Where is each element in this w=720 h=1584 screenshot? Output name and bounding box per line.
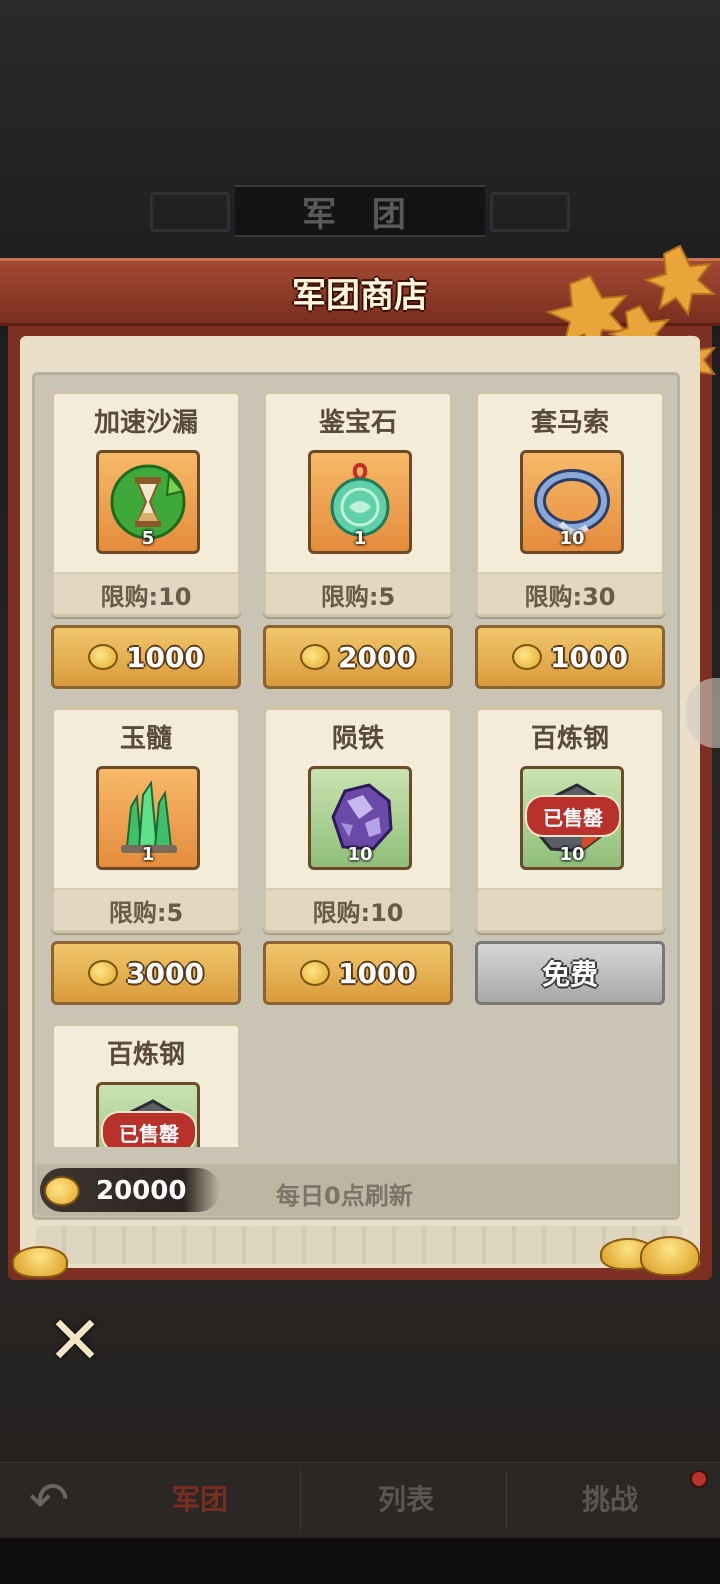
shop-item-hourglass[interactable]: 加速沙漏 5 限购:10 [51, 391, 241, 617]
gold-ingot-icon [12, 1246, 68, 1278]
notification-dot [690, 1470, 708, 1488]
nav-divider [506, 1470, 507, 1530]
item-quantity: 10 [559, 528, 585, 549]
buy-button-lasso[interactable]: 1000 [475, 625, 665, 689]
shop-item-refined-steel-2[interactable]: 百炼钢 已售罄 [51, 1023, 241, 1147]
item-icon-frame: 已售罄 [96, 1082, 200, 1147]
free-button-refined-steel[interactable]: 免费 [475, 941, 665, 1005]
item-name: 百炼钢 [106, 1040, 185, 1070]
price-label: 3000 [126, 956, 204, 990]
price-label: 1000 [126, 640, 204, 674]
coin-icon [44, 1176, 80, 1206]
price-label: 1000 [550, 640, 628, 674]
coin-icon [88, 960, 119, 986]
ornament-right [490, 192, 570, 232]
tab-list[interactable]: 列表 [326, 1478, 486, 1518]
item-icon-frame: 10 [520, 450, 624, 554]
ornament-left [150, 192, 230, 232]
item-quantity: 1 [353, 528, 367, 549]
buy-button-appraisal-stone[interactable]: 2000 [263, 625, 453, 689]
refresh-note: 每日0点刷新 [276, 1182, 413, 1210]
sold-out-badge: 已售罄 [527, 797, 619, 835]
item-quantity: 10 [347, 844, 373, 865]
item-quantity: 10 [559, 844, 585, 865]
item-icon-frame: 1 [96, 766, 200, 870]
item-name: 陨铁 [331, 724, 384, 754]
item-quantity: 1 [141, 844, 155, 865]
item-purchase-limit: 限购:10 [54, 572, 238, 614]
item-name: 套马索 [530, 408, 609, 438]
system-bar [0, 1538, 720, 1584]
tab-legion[interactable]: 军团 [120, 1478, 280, 1518]
item-purchase-limit: 限购:5 [266, 572, 450, 614]
fret-border-decoration [36, 1226, 682, 1264]
item-name: 鉴宝石 [318, 408, 397, 438]
shop-item-chalcedony[interactable]: 玉髓 1 限购:5 [51, 707, 241, 933]
shop-grid-viewport: 加速沙漏 5 限购:10 1000 鉴宝石 1 限购:5 2000 套马索 10… [35, 375, 677, 1147]
coin-icon [300, 644, 331, 670]
item-name: 百炼钢 [530, 724, 609, 754]
nav-divider [300, 1470, 301, 1530]
gold-ingot-icon [640, 1236, 700, 1276]
coin-icon [300, 960, 331, 986]
item-purchase-limit: 限购:5 [54, 888, 238, 930]
currency-balance: 20000 [96, 1176, 187, 1206]
close-button[interactable]: ✕ [44, 1308, 106, 1374]
item-quantity: 5 [141, 528, 155, 549]
buy-button-chalcedony[interactable]: 3000 [51, 941, 241, 1005]
coin-icon [88, 644, 119, 670]
price-label: 2000 [338, 640, 416, 674]
tab-challenge[interactable]: 挑战 [530, 1478, 690, 1518]
buy-button-meteorite[interactable]: 1000 [263, 941, 453, 1005]
sold-out-badge: 已售罄 [103, 1113, 195, 1147]
buy-button-hourglass[interactable]: 1000 [51, 625, 241, 689]
item-purchase-limit: 限购:30 [478, 572, 662, 614]
shop-item-appraisal-stone[interactable]: 鉴宝石 1 限购:5 [263, 391, 453, 617]
shop-item-refined-steel[interactable]: 百炼钢 已售罄 10 [475, 707, 665, 933]
price-label: 免费 [541, 958, 598, 991]
item-icon-frame: 10 [308, 766, 412, 870]
item-name: 玉髓 [119, 724, 172, 754]
item-icon-frame: 5 [96, 450, 200, 554]
item-purchase-limit: 限购:10 [266, 888, 450, 930]
item-icon-frame: 已售罄 10 [520, 766, 624, 870]
shop-item-lasso[interactable]: 套马索 10 限购:30 [475, 391, 665, 617]
item-name: 加速沙漏 [93, 408, 198, 438]
back-arrow-icon[interactable]: ↶ [14, 1470, 84, 1530]
price-label: 1000 [338, 956, 416, 990]
shop-grid[interactable]: 加速沙漏 5 限购:10 1000 鉴宝石 1 限购:5 2000 套马索 10… [32, 372, 680, 1220]
item-purchase-limit [478, 888, 662, 930]
shop-item-meteorite[interactable]: 陨铁 10 限购:10 [263, 707, 453, 933]
item-icon-frame: 1 [308, 450, 412, 554]
background-title: 军 团 [235, 185, 485, 237]
coin-icon [512, 644, 543, 670]
